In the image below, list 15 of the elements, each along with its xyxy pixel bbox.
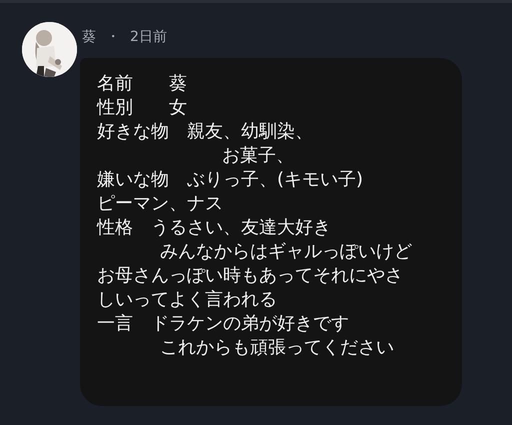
message-line: 性格 うるさい、友達大好き [97,217,331,238]
message-line: みんなからはギャルっぽいけど [160,241,412,262]
message-line: ピーマン、ナス [97,193,223,214]
message-line: お菓子、 [222,145,294,166]
message-line: 名前 葵 [97,73,187,94]
message-line: 嫌いな物 ぶりっ子、(キモい子) [97,169,364,190]
message-line: これからも頑張ってください [160,337,394,358]
message-line: しいってよく言われる [97,289,277,310]
message-line: 一言 ドラケンの弟が好きです [97,313,349,334]
message-line: 好きな物 親友、幼馴染、 [97,121,313,142]
separator: ・ [106,28,120,46]
message-line: お母さんっぽい時もあってそれにやさ [97,265,403,286]
author-name[interactable]: 葵 [82,26,96,48]
message-line: 性別 女 [97,97,187,118]
post-time: 2日前 [130,28,167,46]
